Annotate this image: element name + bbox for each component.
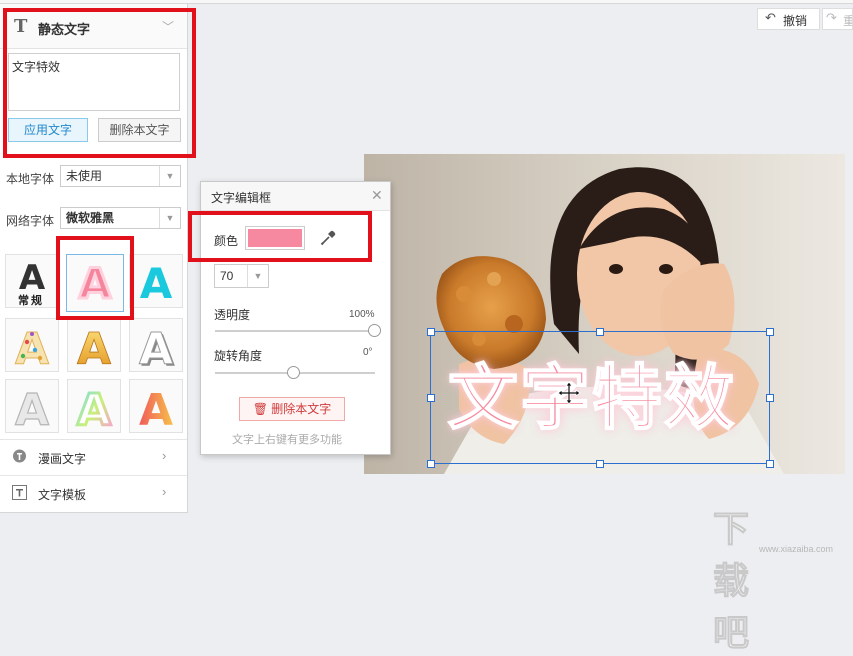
svg-text:A: A	[139, 385, 173, 431]
delete-text-dialog-label: 删除本文字	[271, 402, 332, 416]
rotation-label: 旋转角度	[214, 349, 263, 363]
dropdown-arrow-icon: ▼	[247, 265, 268, 287]
dialog-title: 文字编辑框	[211, 191, 272, 205]
close-icon[interactable]: ✕	[371, 187, 383, 204]
style-tile-dots[interactable]: A	[5, 318, 59, 372]
watermark-logo: 下载吧	[712, 508, 753, 654]
resize-handle-tr[interactable]	[766, 328, 774, 336]
svg-text:A: A	[15, 324, 49, 370]
undo-button[interactable]: ↶ 撤销	[757, 8, 820, 30]
style-tile-regular[interactable]: A 常规	[5, 254, 59, 308]
svg-text:A: A	[140, 259, 173, 306]
undo-label: 撤销	[783, 14, 808, 28]
resize-handle-bl[interactable]	[427, 460, 435, 468]
trash-icon: 🗑	[252, 402, 268, 416]
opacity-slider-track[interactable]	[215, 330, 375, 332]
highlight-box-style-tile	[56, 236, 134, 320]
style-dots-icon: A	[14, 324, 49, 371]
resize-handle-mr[interactable]	[766, 394, 774, 402]
text-template-icon	[12, 485, 27, 500]
style-silver-icon: A	[14, 384, 49, 431]
style-tile-silver[interactable]: A	[5, 379, 59, 433]
style-tile-sunset[interactable]: A	[129, 379, 183, 433]
chevron-right-icon: ›	[162, 448, 167, 463]
style-tile-rainbow[interactable]: A	[67, 379, 121, 433]
font-size-select[interactable]: 70 ▼	[214, 264, 269, 288]
web-font-select[interactable]: 微软雅黑 ▼	[60, 207, 181, 229]
style-outline-icon: A A	[138, 324, 175, 371]
redo-icon: ↷	[826, 10, 837, 25]
comic-text-label: 漫画文字	[38, 452, 87, 466]
style-tile-outline[interactable]: A A	[129, 318, 183, 372]
style-tile-gold[interactable]: A	[67, 318, 121, 372]
resize-handle-bc[interactable]	[596, 460, 604, 468]
style-tile-cyan[interactable]: A	[129, 254, 183, 308]
resize-handle-br[interactable]	[766, 460, 774, 468]
rotation-value: 0°	[363, 347, 373, 358]
svg-text:A: A	[15, 385, 49, 431]
dialog-header[interactable]: 文字编辑框 ✕	[201, 182, 390, 211]
dropdown-arrow-icon: ▼	[159, 166, 180, 186]
redo-button[interactable]: ↷ 重	[822, 8, 853, 30]
delete-text-dialog-button[interactable]: 🗑 删除本文字	[239, 397, 345, 421]
highlight-box-text-input	[3, 8, 196, 158]
dropdown-arrow-icon: ▼	[159, 208, 180, 228]
local-font-value: 未使用	[66, 169, 103, 183]
svg-text:A: A	[77, 385, 111, 431]
style-sunset-icon: A	[139, 385, 173, 431]
web-font-label: 网络字体	[6, 214, 55, 228]
redo-label: 重	[843, 12, 852, 29]
watermark-url: www.xiazaiba.com	[759, 544, 834, 554]
local-font-select[interactable]: 未使用 ▼	[60, 165, 181, 187]
style-regular-label: 常规	[18, 295, 44, 307]
rotation-slider-knob[interactable]	[287, 366, 300, 379]
opacity-slider-knob[interactable]	[368, 324, 381, 337]
highlight-box-color	[188, 211, 372, 262]
resize-handle-ml[interactable]	[427, 394, 435, 402]
text-template-label: 文字模板	[38, 488, 87, 502]
local-font-label: 本地字体	[6, 172, 55, 186]
overlay-text[interactable]: 文字特效	[447, 357, 736, 439]
style-cyan-icon: A	[140, 259, 173, 306]
resize-handle-tc[interactable]	[596, 328, 604, 336]
web-font-value: 微软雅黑	[66, 211, 115, 225]
font-size-value: 70	[220, 269, 234, 283]
opacity-label: 透明度	[214, 308, 251, 322]
opacity-value: 100%	[349, 309, 375, 320]
text-template-menu-item[interactable]: 文字模板 ›	[0, 475, 187, 510]
svg-text:A: A	[77, 324, 111, 370]
style-gold-icon: A	[77, 324, 112, 370]
right-click-hint: 文字上右键有更多功能	[232, 434, 342, 446]
comic-text-icon	[13, 449, 26, 463]
undo-icon: ↶	[765, 10, 776, 25]
move-cursor-icon	[557, 381, 581, 405]
svg-text:A: A	[139, 324, 173, 370]
comic-text-menu-item[interactable]: 漫画文字 ›	[0, 439, 187, 474]
resize-handle-tl[interactable]	[427, 328, 435, 336]
style-rainbow-icon: A	[75, 384, 112, 432]
chevron-right-icon: ›	[162, 484, 167, 499]
